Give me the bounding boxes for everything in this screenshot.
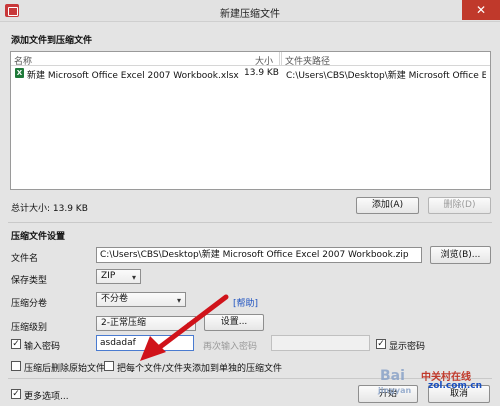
file-row[interactable]: X 新建 Microsoft Office Excel 2007 Workboo…: [12, 67, 489, 81]
each-file-checkbox[interactable]: [104, 361, 114, 371]
file-list[interactable]: 名称 大小 文件夹路径 X 新建 Microsoft Office Excel …: [10, 51, 491, 190]
chevron-down-icon: ▾: [186, 320, 191, 329]
split-select[interactable]: 不分卷 ▾: [96, 292, 186, 307]
reenter-password-label: 再次输入密码: [203, 342, 258, 352]
window-title: 新建压缩文件: [220, 9, 280, 20]
zol-domain-watermark: zol.com.cn: [428, 381, 482, 391]
add-button[interactable]: 添加(A): [356, 197, 419, 214]
reenter-password-input[interactable]: [271, 335, 370, 351]
close-button[interactable]: ✕: [462, 0, 500, 20]
password-checkbox-label: 输入密码: [24, 342, 61, 352]
delete-button[interactable]: 删除(D): [428, 197, 491, 214]
more-options-label: 更多选项...: [24, 392, 69, 402]
chevron-down-icon: ▾: [176, 296, 181, 305]
file-row-name: 新建 Microsoft Office Excel 2007 Workbook.…: [27, 71, 239, 81]
show-password-checkbox[interactable]: ✓: [376, 339, 386, 349]
save-type-value: ZIP: [101, 271, 116, 281]
settings-button[interactable]: 设置...: [204, 314, 264, 331]
level-value: 2-正常压缩: [101, 318, 146, 328]
filename-label: 文件名: [11, 254, 39, 264]
column-name[interactable]: 名称: [14, 54, 32, 67]
excel-file-icon: X: [15, 68, 24, 78]
password-checkbox[interactable]: ✓: [11, 339, 21, 349]
chevron-down-icon: ▾: [131, 273, 136, 282]
delete-after-checkbox[interactable]: [11, 361, 21, 371]
file-list-header: 名称 大小 文件夹路径: [11, 52, 490, 67]
jingyan-watermark: jingyan: [378, 386, 412, 395]
each-file-label: 把每个文件/文件夹添加到单独的压缩文件: [117, 364, 283, 374]
level-label: 压缩级别: [11, 323, 48, 333]
save-type-label: 保存类型: [11, 276, 48, 286]
filename-input[interactable]: C:\Users\CBS\Desktop\新建 Microsoft Office…: [96, 247, 422, 263]
file-row-path: C:\Users\CBS\Desktop\新建 Microsoft Office…: [286, 71, 486, 81]
column-path[interactable]: 文件夹路径: [285, 54, 330, 67]
divider: [8, 378, 492, 379]
more-options-checkbox[interactable]: ✓: [11, 389, 21, 399]
split-label: 压缩分卷: [11, 299, 48, 309]
total-size: 总计大小: 13.9 KB: [11, 204, 88, 214]
split-value: 不分卷: [101, 294, 129, 304]
delete-after-label: 压缩后删除原始文件: [24, 364, 106, 374]
password-input[interactable]: asdadaf: [96, 335, 194, 351]
help-link[interactable]: [帮助]: [233, 296, 258, 309]
save-type-select[interactable]: ZIP ▾: [96, 269, 141, 284]
settings-header: 压缩文件设置: [11, 232, 66, 242]
add-files-header: 添加文件到压缩文件: [11, 36, 93, 46]
file-row-size: 13.9 KB: [244, 68, 279, 78]
show-password-label: 显示密码: [389, 342, 426, 352]
baidu-watermark: Bai: [380, 368, 405, 384]
browse-button[interactable]: 浏览(B)...: [430, 246, 491, 264]
column-size[interactable]: 大小: [255, 54, 273, 67]
level-select[interactable]: 2-正常压缩 ▾: [96, 316, 196, 331]
divider: [8, 222, 492, 223]
